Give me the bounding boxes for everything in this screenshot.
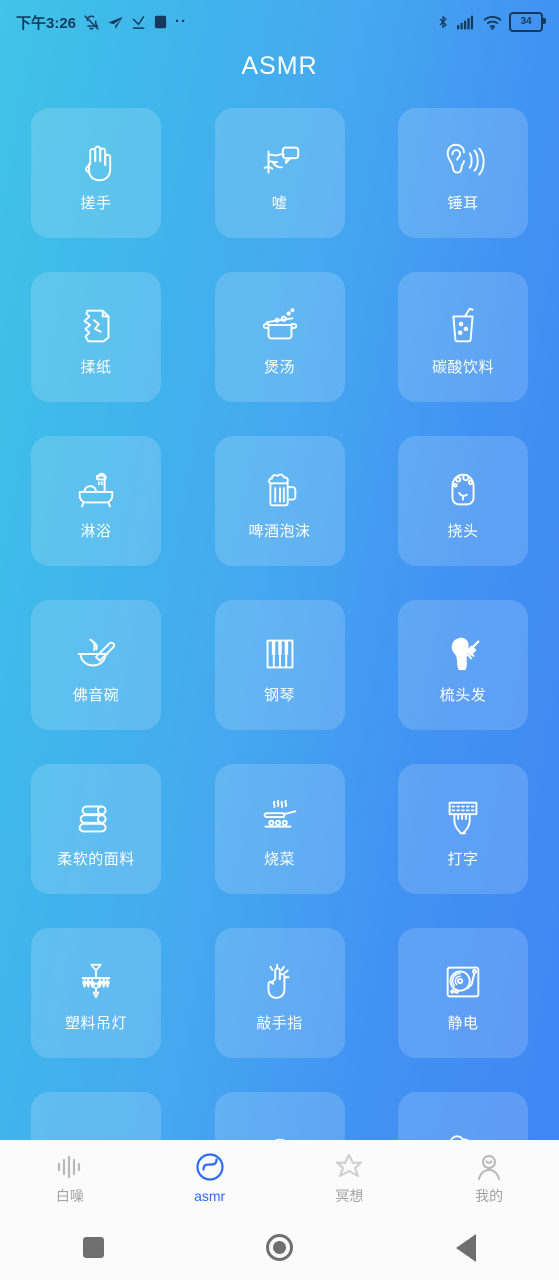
circle-icon <box>265 1234 293 1261</box>
sound-card-water-glass[interactable] <box>31 1092 161 1140</box>
tab-label: 冥想 <box>335 1188 364 1204</box>
sound-card-piano[interactable]: 钢琴 <box>214 600 345 730</box>
tab-white-noise[interactable]: 白噪 <box>0 1152 140 1203</box>
sound-card-label: 搓手 <box>80 194 112 212</box>
tab-asmr[interactable]: asmr <box>140 1152 280 1203</box>
wifi-icon <box>483 15 502 30</box>
android-nav-bar <box>0 1215 559 1280</box>
sound-card-label: 塑料吊灯 <box>64 1014 127 1032</box>
sound-card-label: 烧菜 <box>263 850 295 868</box>
sound-card-label: 嘘 <box>271 194 288 212</box>
tab-label: asmr <box>194 1188 226 1204</box>
sound-card-label: 佛音碗 <box>72 686 120 704</box>
water-glass-icon <box>70 1127 122 1140</box>
square-app-icon <box>154 15 167 29</box>
sound-card-label: 挠头 <box>447 522 479 540</box>
sound-card-label: 静电 <box>447 1014 479 1032</box>
sound-card-face[interactable] <box>214 1092 345 1140</box>
sound-card-crumpled-paper[interactable]: 揉纸 <box>31 272 161 402</box>
folded-towels-icon <box>70 792 122 844</box>
sound-card-shush[interactable]: 嘘 <box>214 108 345 238</box>
sound-card-clouds[interactable] <box>398 1092 528 1140</box>
battery-indicator: 34 <box>509 12 546 32</box>
sound-card-static[interactable]: 静电 <box>398 928 528 1058</box>
sound-card-singing-bowl[interactable]: 佛音碗 <box>31 600 161 730</box>
bluetooth-icon <box>439 16 447 28</box>
sound-card-label: 柔软的面料 <box>57 850 135 868</box>
sound-card-soda[interactable]: 碳酸饮料 <box>398 272 528 402</box>
home-button[interactable] <box>186 1234 372 1261</box>
singing-bowl-icon <box>70 628 122 680</box>
hand-rub-icon <box>70 136 122 188</box>
sound-card-label: 啤酒泡沫 <box>248 522 311 540</box>
sound-card-finger-tap[interactable]: 敲手指 <box>214 928 345 1058</box>
status-bar-right: 34 <box>436 12 546 32</box>
face-head-icon <box>254 1127 306 1140</box>
tab-label: 白噪 <box>55 1188 84 1204</box>
app-screen: 下午3:26 ·· 34 ASMR 搓手 嘘 锤耳 揉纸 煲汤 碳酸饮料 淋浴 … <box>0 0 559 1280</box>
sound-card-soft-fabric[interactable]: 柔软的面料 <box>31 764 161 894</box>
download-check-icon <box>132 15 145 29</box>
sound-card-label: 碳酸饮料 <box>431 358 494 376</box>
sound-card-label: 煲汤 <box>263 358 295 376</box>
sound-card-label: 敲手指 <box>256 1014 303 1032</box>
sound-grid: 搓手 嘘 锤耳 揉纸 煲汤 碳酸饮料 淋浴 啤酒泡沫 挠头 佛音碗 钢琴 梳头发… <box>0 108 559 1140</box>
sound-card-hair-brush[interactable]: 梳头发 <box>398 600 528 730</box>
bottom-tab-bar: 白噪 asmr 冥想 我的 <box>0 1140 559 1215</box>
head-scratch-icon <box>437 464 489 516</box>
sound-card-shower[interactable]: 淋浴 <box>31 436 161 566</box>
tab-meditation[interactable]: 冥想 <box>280 1152 420 1203</box>
asmr-wave-icon <box>195 1152 225 1182</box>
sound-card-cooking[interactable]: 烧菜 <box>214 764 345 894</box>
send-arrow-icon <box>108 16 123 29</box>
turntable-icon <box>437 956 489 1008</box>
chandelier-icon <box>70 956 122 1008</box>
sound-card-label: 淋浴 <box>80 522 112 540</box>
hair-brush-icon <box>437 628 489 680</box>
recents-button[interactable] <box>0 1237 186 1258</box>
status-bar-clock: 下午3:26 <box>16 14 77 32</box>
sound-card-ear[interactable]: 锤耳 <box>398 108 528 238</box>
clouds-icon <box>437 1127 489 1140</box>
shush-speech-icon <box>254 136 306 188</box>
soda-glass-icon <box>437 300 489 352</box>
triangle-icon <box>455 1233 476 1262</box>
battery-level-text: 34 <box>520 16 532 27</box>
more-dots-icon: ·· <box>175 13 188 30</box>
sound-card-label: 钢琴 <box>263 686 295 704</box>
sound-card-label: 揉纸 <box>80 358 112 376</box>
tab-profile[interactable]: 我的 <box>419 1152 559 1203</box>
user-profile-icon <box>474 1152 504 1182</box>
tab-label: 我的 <box>475 1188 504 1204</box>
page-title: ASMR <box>241 52 318 80</box>
tapping-finger-icon <box>254 956 306 1008</box>
typing-keyboard-icon <box>437 792 489 844</box>
cellular-signal-icon <box>457 15 474 29</box>
sound-card-beer-foam[interactable]: 啤酒泡沫 <box>214 436 345 566</box>
ear-sound-icon <box>437 136 489 188</box>
frying-pan-stove-icon <box>254 792 306 844</box>
square-icon <box>82 1237 104 1258</box>
sound-card-typing[interactable]: 打字 <box>398 764 528 894</box>
beer-mug-icon <box>254 464 306 516</box>
sound-card-head-scratch[interactable]: 挠头 <box>398 436 528 566</box>
sound-card-chandelier[interactable]: 塑料吊灯 <box>31 928 161 1058</box>
crumpled-paper-icon <box>70 300 122 352</box>
sound-card-label: 梳头发 <box>439 686 487 704</box>
sound-card-soup-pot[interactable]: 煲汤 <box>214 272 345 402</box>
sound-card-hand-rub[interactable]: 搓手 <box>31 108 161 238</box>
soup-pot-icon <box>254 300 306 352</box>
sound-card-label: 打字 <box>447 850 479 868</box>
status-bar: 下午3:26 ·· 34 <box>0 0 559 44</box>
sound-card-label: 锤耳 <box>447 194 479 212</box>
meditation-star-icon <box>334 1152 364 1182</box>
back-button[interactable] <box>373 1233 559 1262</box>
piano-keys-icon <box>254 628 306 680</box>
mute-bell-icon <box>84 14 99 30</box>
waveform-icon <box>55 1152 85 1182</box>
status-bar-left: 下午3:26 ·· <box>16 12 187 33</box>
bathtub-shower-icon <box>70 464 122 516</box>
